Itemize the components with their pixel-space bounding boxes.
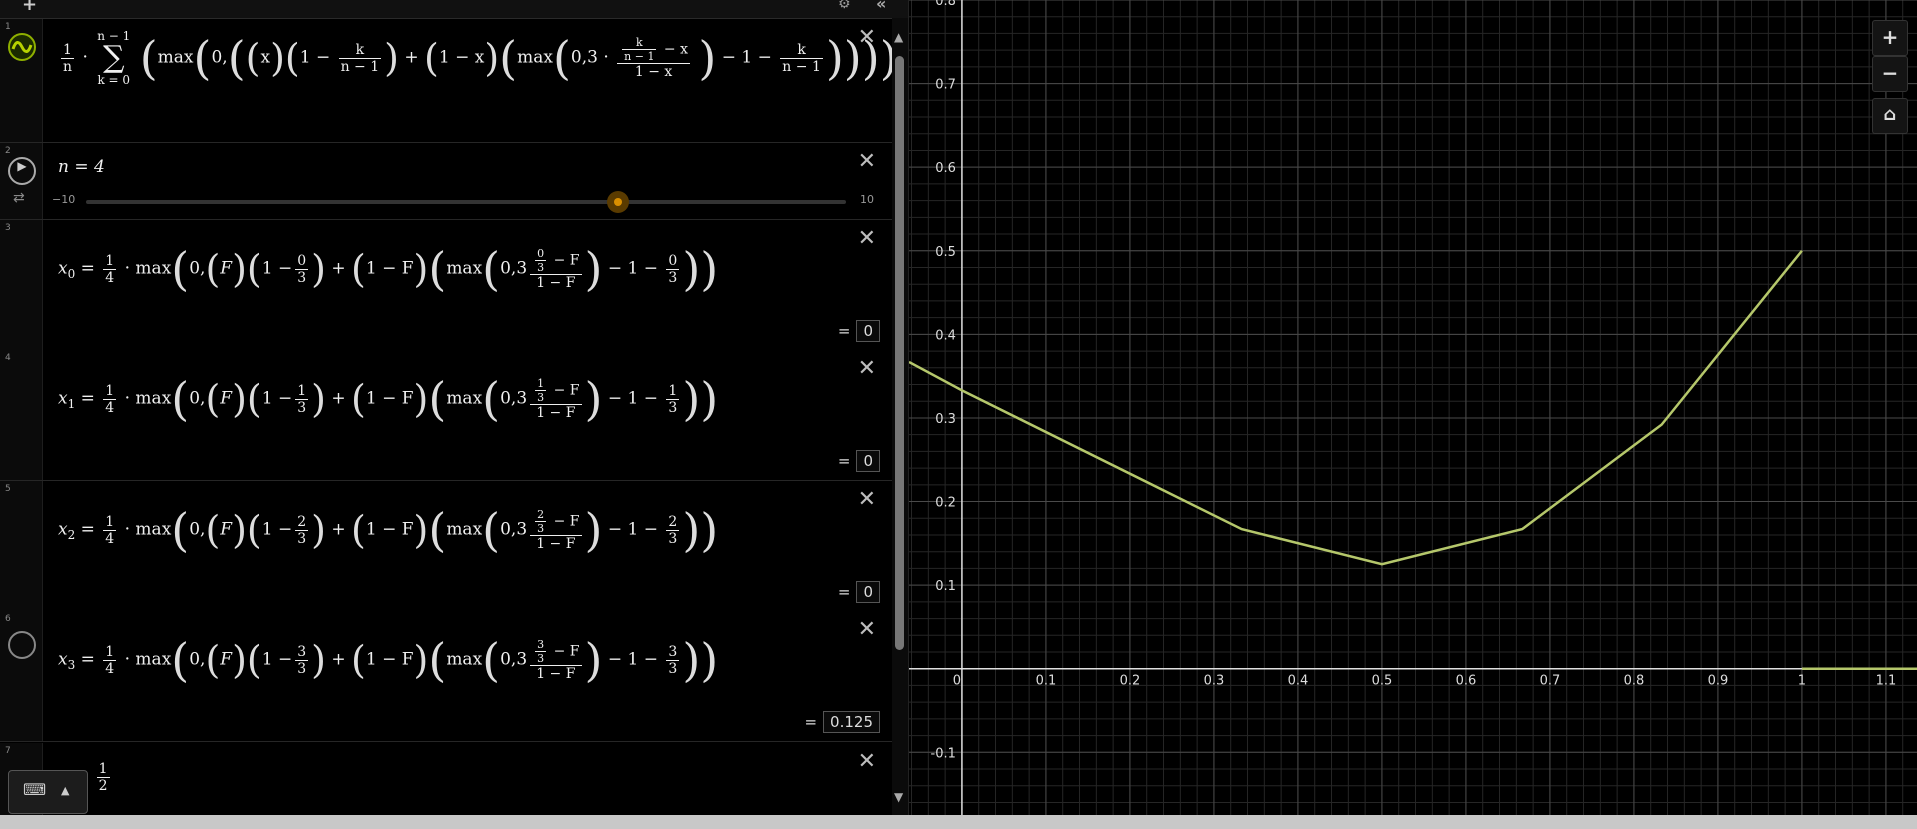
expression-row-4[interactable]: 4 ✕ x1 = 14 · max(0,(F)(1 −1 3) + (1 − F)(m… (0, 350, 892, 481)
expression-toolbar: + ⚙ « (0, 0, 908, 19)
evaluation-result: = 0.125 (804, 711, 880, 733)
calculator-app: + ⚙ « 1 ✕ 1n · n − 1 ∑ k = 0 (max(0,((x)… (0, 0, 1917, 829)
keyboard-icon: ⌨ (23, 780, 47, 799)
expression-math[interactable]: 1n · n − 1 ∑ k = 0 (max(0,((x)(1 − kn − … (58, 29, 898, 87)
y-tick-label: 0.3 (935, 412, 956, 427)
gear-icon[interactable]: ⚙ (838, 0, 851, 12)
expression-gutter: 2 ▶ ⇄ (0, 143, 43, 219)
y-tick-label: 0.4 (935, 328, 956, 343)
expression-math[interactable]: x0 = 14 · max(0,(F)(1 −0 3) + (1 − F)(max… (58, 242, 718, 296)
result-value: 0 (856, 581, 880, 603)
evaluation-result: = 0 (838, 450, 880, 472)
keyboard-toggle-button[interactable]: ⌨ ▲ (8, 770, 88, 814)
expression-gutter: 3 (0, 220, 43, 350)
expression-row-2[interactable]: 2 ▶ ⇄ ✕ n = 4 −10 10 (0, 143, 892, 220)
y-tick-label: 0.2 (935, 496, 956, 511)
delete-expression-button[interactable]: ✕ (858, 617, 876, 642)
zoom-in-button[interactable]: + (1872, 20, 1908, 56)
expression-row-3[interactable]: 3 ✕ x0 = 14 · max(0,(F)(1 −0 3) + (1 − F)(m… (0, 220, 892, 351)
evaluation-result: = 0 (838, 320, 880, 342)
x-tick-label: 0.2 (1120, 674, 1141, 689)
slider-definition[interactable]: n = 4 (58, 157, 105, 177)
expression-index: 5 (5, 484, 11, 494)
collapse-panel-button[interactable]: « (876, 0, 886, 13)
y-tick-label: 0.7 (935, 78, 956, 93)
x-tick-label: 1.1 (1876, 674, 1897, 689)
expression-gutter: 1 (0, 19, 43, 142)
y-tick-label: 0.1 (935, 579, 956, 594)
result-value: 0 (856, 320, 880, 342)
zoom-out-button[interactable]: − (1872, 56, 1908, 92)
expression-index: 4 (5, 353, 11, 363)
x-tick-label: 0 (953, 674, 961, 689)
expression-math[interactable]: x3 = 14 · max(0,(F)(1 −3 3) + (1 − F)(max… (58, 633, 718, 687)
expression-math[interactable]: x2 = 14 · max(0,(F)(1 −2 3) + (1 − F)(max… (58, 503, 718, 557)
expression-index: 6 (5, 614, 11, 624)
x-tick-label: 0.7 (1540, 674, 1561, 689)
window-bottom-bar (0, 815, 1917, 829)
delete-expression-button[interactable]: ✕ (858, 749, 876, 774)
y-tick-label: -0.1 (931, 746, 956, 761)
result-value: 0.125 (823, 711, 880, 733)
loop-icon[interactable]: ⇄ (13, 190, 25, 206)
expression-index: 1 (5, 22, 11, 32)
x-tick-label: 0.1 (1036, 674, 1057, 689)
result-value: 0 (856, 450, 880, 472)
slider-track[interactable] (86, 200, 846, 204)
x-tick-label: 0.4 (1288, 674, 1309, 689)
expression-math[interactable]: x1 = 14 · max(0,(F)(1 −1 3) + (1 − F)(max… (58, 372, 718, 426)
evaluation-result: = 0 (838, 581, 880, 603)
chevron-up-icon: ▲ (61, 784, 70, 797)
expression-gutter: 6 (0, 611, 43, 741)
graph-paper[interactable]: 0 0.1 0.2 0.3 0.4 0.5 0.6 0.7 0.8 0.9 1 1.1 -0.1 0.1 0… (909, 0, 1917, 815)
expression-scrollbar[interactable]: ▲ ▼ (892, 18, 908, 815)
x-tick-label: 1 (1798, 674, 1806, 689)
x-tick-label: 0.6 (1456, 674, 1477, 689)
expression-index: 3 (5, 223, 11, 233)
hidden-graph-icon[interactable] (8, 631, 36, 659)
expression-gutter: 4 (0, 350, 43, 480)
slider-max-label[interactable]: 10 (860, 193, 874, 206)
home-view-button[interactable]: ⌂ (1872, 98, 1908, 134)
expression-row-5[interactable]: 5 ✕ x2 = 14 · max(0,(F)(1 −2 3) + (1 − F)(m… (0, 481, 892, 612)
scroll-up-icon[interactable]: ▲ (894, 30, 903, 44)
x-tick-label: 0.9 (1708, 674, 1729, 689)
y-tick-label: 0.6 (935, 161, 956, 176)
slider-min-label[interactable]: −10 (52, 193, 75, 206)
delete-expression-button[interactable]: ✕ (858, 356, 876, 381)
slider-handle[interactable] (607, 191, 629, 213)
scrollbar-thumb[interactable] (895, 56, 904, 650)
x-tick-label: 0.5 (1372, 674, 1393, 689)
expression-index: 2 (5, 146, 11, 156)
add-expression-button[interactable]: + (22, 0, 37, 15)
expression-gutter: 5 (0, 481, 43, 611)
expression-list: + ⚙ « 1 ✕ 1n · n − 1 ∑ k = 0 (max(0,((x)… (0, 0, 909, 815)
graph-canvas[interactable]: 0 0.1 0.2 0.3 0.4 0.5 0.6 0.7 0.8 0.9 1 1.1 -0.1 0.1 0… (909, 0, 1917, 815)
expression-row-7[interactable]: 7 ✕ = 12 (0, 743, 892, 815)
scroll-down-icon[interactable]: ▼ (894, 790, 903, 804)
expression-row-6[interactable]: 6 ✕ x3 = 14 · max(0,(F)(1 −3 3) + (1 − F)(m… (0, 611, 892, 742)
y-tick-label: 0.5 (935, 245, 956, 260)
delete-expression-button[interactable]: ✕ (858, 226, 876, 251)
play-icon[interactable]: ▶ (8, 157, 36, 185)
graph-line-icon[interactable] (8, 33, 36, 61)
delete-expression-button[interactable]: ✕ (858, 149, 876, 174)
delete-expression-button[interactable]: ✕ (858, 487, 876, 512)
expression-row-1[interactable]: 1 ✕ 1n · n − 1 ∑ k = 0 (max(0,((x)(1 − k… (0, 19, 898, 143)
x-tick-label: 0.8 (1624, 674, 1645, 689)
y-tick-label: 0.8 (935, 0, 956, 9)
expression-index: 7 (5, 746, 11, 756)
x-tick-label: 0.3 (1204, 674, 1225, 689)
